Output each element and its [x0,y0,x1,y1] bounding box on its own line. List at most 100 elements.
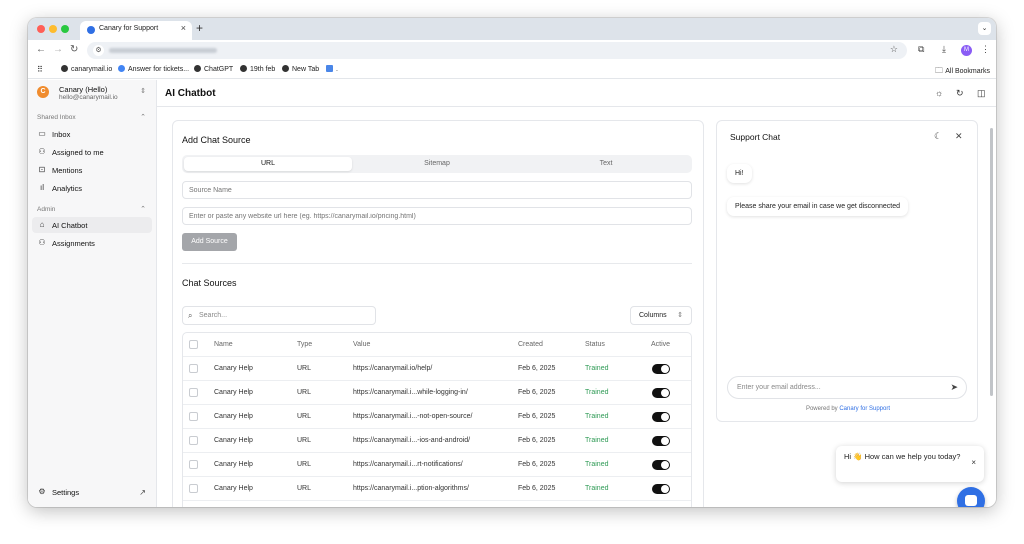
columns-button[interactable]: Columns ⇕ [630,306,692,325]
sidebar-item-analytics[interactable]: ıl Analytics [32,180,152,196]
row-checkbox[interactable] [189,436,198,445]
bookmark-19th-feb[interactable]: 19th feb [240,65,275,73]
reload-icon[interactable]: ↻ [70,44,78,55]
column-header-active[interactable]: Active [651,341,670,348]
column-header-type[interactable]: Type [297,341,312,348]
chat-sources-table: Name Type Value Created Status Active Ca… [182,332,692,507]
row-checkbox[interactable] [189,484,198,493]
download-icon[interactable]: ⤓ [942,44,946,55]
back-icon[interactable]: ← [36,44,46,55]
source-name-input[interactable] [182,181,692,199]
sidebar-item-label: AI Chatbot [52,221,88,230]
tab-url[interactable]: URL [184,157,352,171]
close-icon[interactable]: ✕ [955,131,963,142]
powered-by-link[interactable]: Canary for Support [839,406,890,412]
address-bar[interactable]: ⚙ ☆ [87,42,907,59]
sidebar-item-assignments[interactable]: ⚇ Assignments [32,235,152,251]
greeting-text: Hi 👋 How can we help you today? [844,452,961,461]
add-source-button[interactable]: Add Source [182,233,237,251]
tab-sitemap[interactable]: Sitemap [353,157,521,171]
row-checkbox[interactable] [189,460,198,469]
forward-icon[interactable]: → [53,44,63,55]
minimize-window-button[interactable] [49,25,57,33]
column-header-status[interactable]: Status [585,341,605,348]
row-type: URL [297,461,312,468]
row-type: URL [297,413,312,420]
columns-label: Columns [639,312,667,319]
active-toggle[interactable] [652,460,670,470]
new-tab-button[interactable]: + [196,21,203,35]
extensions-icon[interactable]: ⧉ [918,44,924,55]
column-header-created[interactable]: Created [518,341,543,348]
send-icon[interactable]: ➤ [950,382,958,393]
tab-search-button[interactable]: ⌄ [978,22,991,35]
active-toggle[interactable] [652,364,670,374]
row-name: Canary Help [214,365,253,372]
profile-avatar[interactable]: M [961,45,972,56]
apps-grid-icon[interactable]: ⠿ [37,65,43,74]
search-input[interactable]: ⌕ Search... [182,306,376,325]
powered-by-prefix: Powered by [805,406,838,412]
sidebar-toggle-icon[interactable]: ◫ [977,88,986,99]
bookmark-doc[interactable]: . [326,65,338,73]
workspace-switcher[interactable]: C Canary (Hello) hello@canarymail.io ⇕ [28,80,157,107]
chevron-up-icon[interactable]: ⌃ [140,113,146,121]
all-bookmarks[interactable]: 🗀 All Bookmarks [935,65,990,79]
active-toggle[interactable] [652,412,670,422]
sidebar-item-settings[interactable]: ⚙ Settings [32,484,152,500]
tab-close-icon[interactable]: × [181,23,186,33]
page-scrollbar[interactable] [990,128,993,396]
sidebar-item-mentions[interactable]: ⊡ Mentions [32,162,152,178]
support-chat-title: Support Chat [730,132,781,142]
row-value: https://canarymail.io/help/ [353,365,433,372]
site-settings-icon[interactable]: ⚙ [93,45,104,56]
bookmark-chatgpt[interactable]: ChatGPT [194,65,233,73]
bar-chart-icon: ıl [40,183,44,192]
chevron-up-icon[interactable]: ⌃ [140,205,146,213]
sidebar-item-ai-chatbot[interactable]: ⌂ AI Chatbot [32,217,152,233]
row-checkbox[interactable] [189,364,198,373]
row-type: URL [297,437,312,444]
bookmark-canarymail[interactable]: canarymail.io [61,65,112,73]
close-window-button[interactable] [37,25,45,33]
bookmark-answer-tickets[interactable]: Answer for tickets... [118,65,189,73]
sidebar-item-label: Inbox [52,130,71,139]
moon-icon[interactable]: ☾ [934,131,942,142]
sidebar-item-inbox[interactable]: ▭ Inbox [32,126,152,142]
active-toggle[interactable] [652,484,670,494]
mention-icon: ⊡ [38,165,46,174]
workspace-email: hello@canarymail.io [59,94,118,101]
chat-email-input[interactable]: Enter your email address... ➤ [727,376,967,399]
active-toggle[interactable] [652,388,670,398]
column-header-name[interactable]: Name [214,341,233,348]
workspace-name: Canary (Hello) [59,85,108,94]
bookmark-star-icon[interactable]: ☆ [890,44,898,55]
active-toggle[interactable] [652,436,670,446]
row-checkbox[interactable] [189,412,198,421]
admin-label: Admin [37,206,56,213]
chat-email-placeholder: Enter your email address... [737,384,821,391]
browser-tab[interactable]: Canary for Support × [80,21,192,40]
tab-text[interactable]: Text [522,157,690,171]
globe-icon [240,65,247,72]
source-url-input[interactable] [182,207,692,225]
external-link-icon[interactable]: ↗ [139,488,146,497]
bookmark-new-tab[interactable]: New Tab [282,65,319,73]
google-icon [118,65,125,72]
chat-launcher-button[interactable] [957,487,985,507]
close-icon[interactable]: × [971,458,976,467]
row-created: Feb 6, 2025 [518,461,556,468]
browser-window: Canary for Support × + ⌄ ← → ↻ ⚙ ☆ ⧉ ⤓ M… [28,18,996,507]
chat-bubble-icon [965,495,977,506]
sun-icon[interactable]: ☼ [935,88,943,98]
select-all-checkbox[interactable] [189,340,198,349]
chatgpt-icon [194,65,201,72]
more-menu-icon[interactable]: ⋮ [981,44,990,55]
row-created: Feb 6, 2025 [518,413,556,420]
refresh-icon[interactable]: ↻ [956,88,964,99]
sidebar-item-assigned[interactable]: ⚇ Assigned to me [32,144,152,160]
column-header-value[interactable]: Value [353,341,370,348]
maximize-window-button[interactable] [61,25,69,33]
row-checkbox[interactable] [189,388,198,397]
table-row: Canary Help URL https://canarymail.i...-… [183,405,691,429]
